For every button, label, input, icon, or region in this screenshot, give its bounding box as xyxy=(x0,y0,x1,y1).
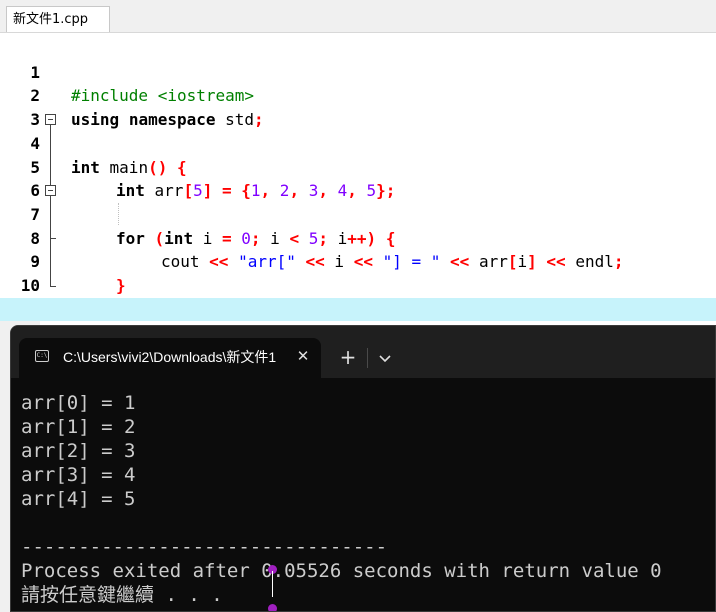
code-line[interactable]: 9 } xyxy=(0,227,716,295)
terminal-tab-title: C:\Users\vivi2\Downloads\新文件1.exe xyxy=(63,349,277,365)
code-line[interactable]: 2 using namespace std; xyxy=(0,61,716,129)
code-line[interactable]: 5 int arr[5] = {1, 2, 3, 4, 5}; xyxy=(0,132,716,201)
terminal-titlebar: C:\ C:\Users\vivi2\Downloads\新文件1.exe ✕ … xyxy=(11,326,715,378)
code-line[interactable]: 11 } xyxy=(0,274,716,330)
current-code-line[interactable]: 12 xyxy=(0,297,716,330)
fold-end-tick xyxy=(50,286,56,287)
chevron-down-icon[interactable] xyxy=(374,347,396,369)
output-line: arr[3] = 4 xyxy=(21,464,136,486)
code-line[interactable]: 3 xyxy=(0,84,716,129)
indent-guide xyxy=(118,203,119,225)
fold-toggle-icon[interactable] xyxy=(45,114,56,125)
terminal-output[interactable]: arr[0] = 1 arr[1] = 2 arr[2] = 3 arr[3] … xyxy=(11,378,715,611)
text-cursor xyxy=(272,571,273,597)
output-line: arr[4] = 5 xyxy=(21,488,136,510)
code-line[interactable]: 4 int main() { xyxy=(0,108,716,177)
cursor-handle-icon[interactable] xyxy=(268,604,277,611)
fold-end-tick xyxy=(50,238,56,239)
terminal-tab[interactable]: C:\ C:\Users\vivi2\Downloads\新文件1.exe ✕ xyxy=(19,338,321,378)
terminal-icon: C:\ xyxy=(35,350,49,362)
file-tab[interactable]: 新文件1.cpp xyxy=(6,6,110,32)
process-exit-line: Process exited after 0.05526 seconds wit… xyxy=(21,560,662,582)
output-line: arr[2] = 3 xyxy=(21,440,136,462)
editor-tab-bar: 新文件1.cpp xyxy=(0,0,716,33)
new-tab-button[interactable]: + xyxy=(336,346,360,370)
output-line: arr[0] = 1 xyxy=(21,392,136,414)
code-line[interactable]: 6 xyxy=(0,156,716,200)
code-line[interactable]: 7 for (int i = 0; i < 5; i++) { xyxy=(0,179,716,248)
close-icon[interactable]: ✕ xyxy=(293,346,313,366)
fold-line xyxy=(50,196,51,286)
code-editor[interactable]: 新文件1.cpp 1 #include <iostream> 2 using n… xyxy=(0,0,716,330)
fold-toggle-icon[interactable] xyxy=(45,185,56,196)
fold-line xyxy=(50,125,51,185)
output-line: arr[1] = 2 xyxy=(21,416,136,438)
divider xyxy=(367,348,368,368)
separator-line: -------------------------------- xyxy=(21,536,388,558)
code-line[interactable]: 10 return 0; xyxy=(0,250,716,319)
code-line[interactable]: 1 #include <iostream> xyxy=(0,37,716,106)
code-area[interactable]: 1 #include <iostream> 2 using namespace … xyxy=(0,37,716,330)
prompt-line: 請按任意鍵繼續 . . . xyxy=(21,584,223,606)
terminal-window[interactable]: C:\ C:\Users\vivi2\Downloads\新文件1.exe ✕ … xyxy=(10,325,716,612)
code-line[interactable]: 8 cout << "arr[" << i << "] = " << arr[i… xyxy=(0,203,716,272)
